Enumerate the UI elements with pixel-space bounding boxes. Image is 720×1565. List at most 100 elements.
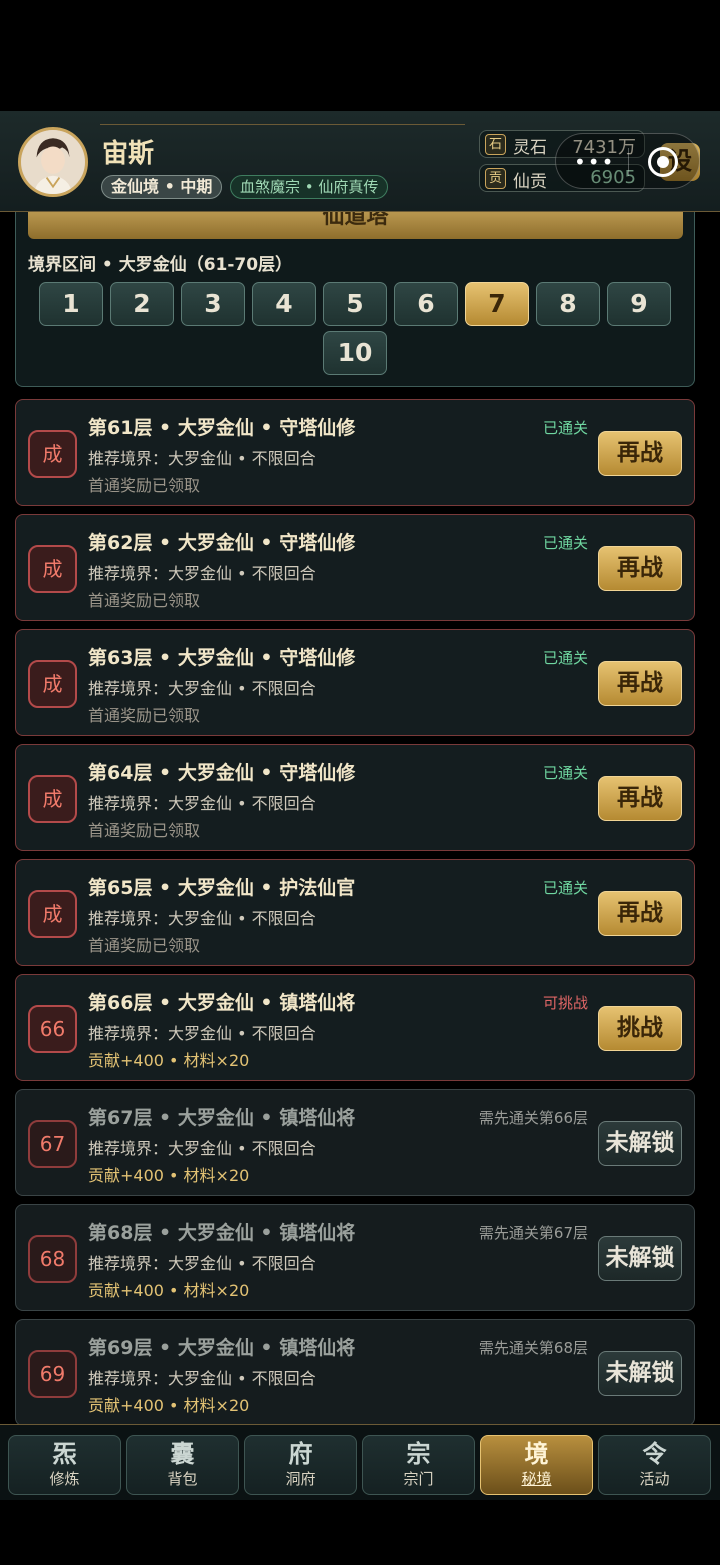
floor-badge: 67 <box>28 1120 77 1168</box>
floor-card: 成 第62层 • 大罗金仙 • 守塔仙修 推荐境界：大罗金仙 • 不限回合 首通… <box>15 514 695 621</box>
floor-title: 第67层 • 大罗金仙 • 镇塔仙将 <box>88 1107 356 1129</box>
floor-recommendation: 推荐境界：大罗金仙 • 不限回合 <box>88 449 316 468</box>
floor-status: 已通关 <box>542 649 588 667</box>
nav-tab-cave[interactable]: 府 洞府 <box>244 1435 357 1495</box>
nav-label: 活动 <box>639 1470 670 1488</box>
miniprogram-capsule: ••• <box>555 133 700 189</box>
close-miniprogram-icon[interactable] <box>648 147 678 177</box>
rechallenge-button[interactable]: 再战 <box>598 546 682 591</box>
bag-icon: 囊 <box>170 1440 195 1468</box>
page-button[interactable]: 7 <box>465 282 529 326</box>
cultivate-icon: 炁 <box>52 1440 77 1468</box>
sect-badge: 血煞魔宗 • 仙府真传 <box>230 175 389 199</box>
floor-badge: 成 <box>28 775 77 823</box>
floor-recommendation: 推荐境界：大罗金仙 • 不限回合 <box>88 794 316 813</box>
player-header: 宙斯 金仙境 • 中期 血煞魔宗 • 仙府真传 石 灵石 7431万 贡 仙贡 … <box>0 111 720 212</box>
header-divider <box>100 124 465 125</box>
avatar-portrait-icon <box>21 130 85 194</box>
floor-recommendation: 推荐境界：大罗金仙 • 不限回合 <box>88 564 316 583</box>
nav-tab-cultivate[interactable]: 炁 修炼 <box>8 1435 121 1495</box>
nav-tab-bag[interactable]: 囊 背包 <box>126 1435 239 1495</box>
page-button[interactable]: 2 <box>110 282 174 326</box>
more-menu-icon[interactable]: ••• <box>574 150 615 174</box>
floor-badge: 成 <box>28 890 77 938</box>
floor-title: 第66层 • 大罗金仙 • 镇塔仙将 <box>88 992 356 1014</box>
page-button[interactable]: 3 <box>181 282 245 326</box>
floor-status: 已通关 <box>542 419 588 437</box>
challenge-button[interactable]: 挑战 <box>598 1006 682 1051</box>
contribution-icon: 贡 <box>485 168 506 189</box>
page-button[interactable]: 10 <box>323 331 387 375</box>
bottom-nav: 炁 修炼 囊 背包 府 洞府 宗 宗门 境 秘境 令 活动 <box>0 1424 720 1500</box>
floor-recommendation: 推荐境界：大罗金仙 • 不限回合 <box>88 1254 316 1273</box>
floor-status: 已通关 <box>542 879 588 897</box>
page-button[interactable]: 9 <box>607 282 671 326</box>
floor-reward: 首通奖励已领取 <box>88 591 201 610</box>
realm-icon: 境 <box>524 1440 549 1468</box>
floor-status: 已通关 <box>542 764 588 782</box>
sect-icon: 宗 <box>406 1440 431 1468</box>
floor-title: 第62层 • 大罗金仙 • 守塔仙修 <box>88 532 356 554</box>
nav-label: 修炼 <box>49 1470 80 1488</box>
floor-badge: 66 <box>28 1005 77 1053</box>
floor-card: 成 第65层 • 大罗金仙 • 护法仙官 推荐境界：大罗金仙 • 不限回合 首通… <box>15 859 695 966</box>
floor-status: 需先通关第68层 <box>478 1339 588 1357</box>
floor-title: 第64层 • 大罗金仙 • 守塔仙修 <box>88 762 356 784</box>
rechallenge-button[interactable]: 再战 <box>598 431 682 476</box>
floor-reward: 贡献+400 • 材料×20 <box>88 1396 250 1415</box>
floor-badge: 成 <box>28 660 77 708</box>
floor-card: 68 第68层 • 大罗金仙 • 镇塔仙将 推荐境界：大罗金仙 • 不限回合 贡… <box>15 1204 695 1311</box>
events-icon: 令 <box>642 1440 667 1468</box>
floor-reward: 首通奖励已领取 <box>88 821 201 840</box>
floor-card: 69 第69层 • 大罗金仙 • 镇塔仙将 推荐境界：大罗金仙 • 不限回合 贡… <box>15 1319 695 1426</box>
floor-title: 第63层 • 大罗金仙 • 守塔仙修 <box>88 647 356 669</box>
floor-card: 成 第61层 • 大罗金仙 • 守塔仙修 推荐境界：大罗金仙 • 不限回合 首通… <box>15 399 695 506</box>
floor-recommendation: 推荐境界：大罗金仙 • 不限回合 <box>88 1369 316 1388</box>
page-button[interactable]: 8 <box>536 282 600 326</box>
page-button[interactable]: 4 <box>252 282 316 326</box>
floor-status: 可挑战 <box>542 994 588 1012</box>
floor-recommendation: 推荐境界：大罗金仙 • 不限回合 <box>88 909 316 928</box>
floor-reward: 首通奖励已领取 <box>88 476 201 495</box>
player-name: 宙斯 <box>102 139 155 169</box>
floor-status: 已通关 <box>542 534 588 552</box>
page-button[interactable]: 5 <box>323 282 387 326</box>
floor-reward: 贡献+400 • 材料×20 <box>88 1166 250 1185</box>
locked-button[interactable]: 未解锁 <box>598 1351 682 1396</box>
nav-tab-realm[interactable]: 境 秘境 <box>480 1435 593 1495</box>
locked-button[interactable]: 未解锁 <box>598 1121 682 1166</box>
avatar[interactable] <box>18 127 88 197</box>
floor-status: 需先通关第66层 <box>478 1109 588 1127</box>
floor-card: 67 第67层 • 大罗金仙 • 镇塔仙将 推荐境界：大罗金仙 • 不限回合 贡… <box>15 1089 695 1196</box>
floor-card: 66 第66层 • 大罗金仙 • 镇塔仙将 推荐境界：大罗金仙 • 不限回合 贡… <box>15 974 695 1081</box>
nav-tab-sect[interactable]: 宗 宗门 <box>362 1435 475 1495</box>
capsule-divider <box>628 148 629 176</box>
page-button[interactable]: 6 <box>394 282 458 326</box>
floor-recommendation: 推荐境界：大罗金仙 • 不限回合 <box>88 679 316 698</box>
tower-panel: 仙道塔 境界区间 • 大罗金仙（61-70层） 1 2 3 4 5 6 7 8 … <box>15 212 695 387</box>
floor-recommendation: 推荐境界：大罗金仙 • 不限回合 <box>88 1139 316 1158</box>
realm-range-label: 境界区间 • 大罗金仙（61-70层） <box>28 255 293 275</box>
floor-reward: 贡献+400 • 材料×20 <box>88 1281 250 1300</box>
floor-title: 第68层 • 大罗金仙 • 镇塔仙将 <box>88 1222 356 1244</box>
realm-badge: 金仙境 • 中期 <box>101 175 223 199</box>
floor-reward: 首通奖励已领取 <box>88 936 201 955</box>
nav-label: 背包 <box>167 1470 198 1488</box>
floor-recommendation: 推荐境界：大罗金仙 • 不限回合 <box>88 1024 316 1043</box>
floor-badge: 成 <box>28 545 77 593</box>
rechallenge-button[interactable]: 再战 <box>598 891 682 936</box>
floor-status: 需先通关第67层 <box>478 1224 588 1242</box>
spirit-stone-icon: 石 <box>485 134 506 155</box>
page-button[interactable]: 1 <box>39 282 103 326</box>
rechallenge-button[interactable]: 再战 <box>598 661 682 706</box>
floor-badge: 69 <box>28 1350 77 1398</box>
nav-tab-events[interactable]: 令 活动 <box>598 1435 711 1495</box>
tower-title: 仙道塔 <box>28 212 683 239</box>
rechallenge-button[interactable]: 再战 <box>598 776 682 821</box>
floor-badge: 68 <box>28 1235 77 1283</box>
locked-button[interactable]: 未解锁 <box>598 1236 682 1281</box>
floor-title: 第61层 • 大罗金仙 • 守塔仙修 <box>88 417 356 439</box>
app-screen: 宙斯 金仙境 • 中期 血煞魔宗 • 仙府真传 石 灵石 7431万 贡 仙贡 … <box>0 0 720 1565</box>
contribution-label: 仙贡 <box>513 172 547 192</box>
nav-label: 洞府 <box>285 1470 316 1488</box>
